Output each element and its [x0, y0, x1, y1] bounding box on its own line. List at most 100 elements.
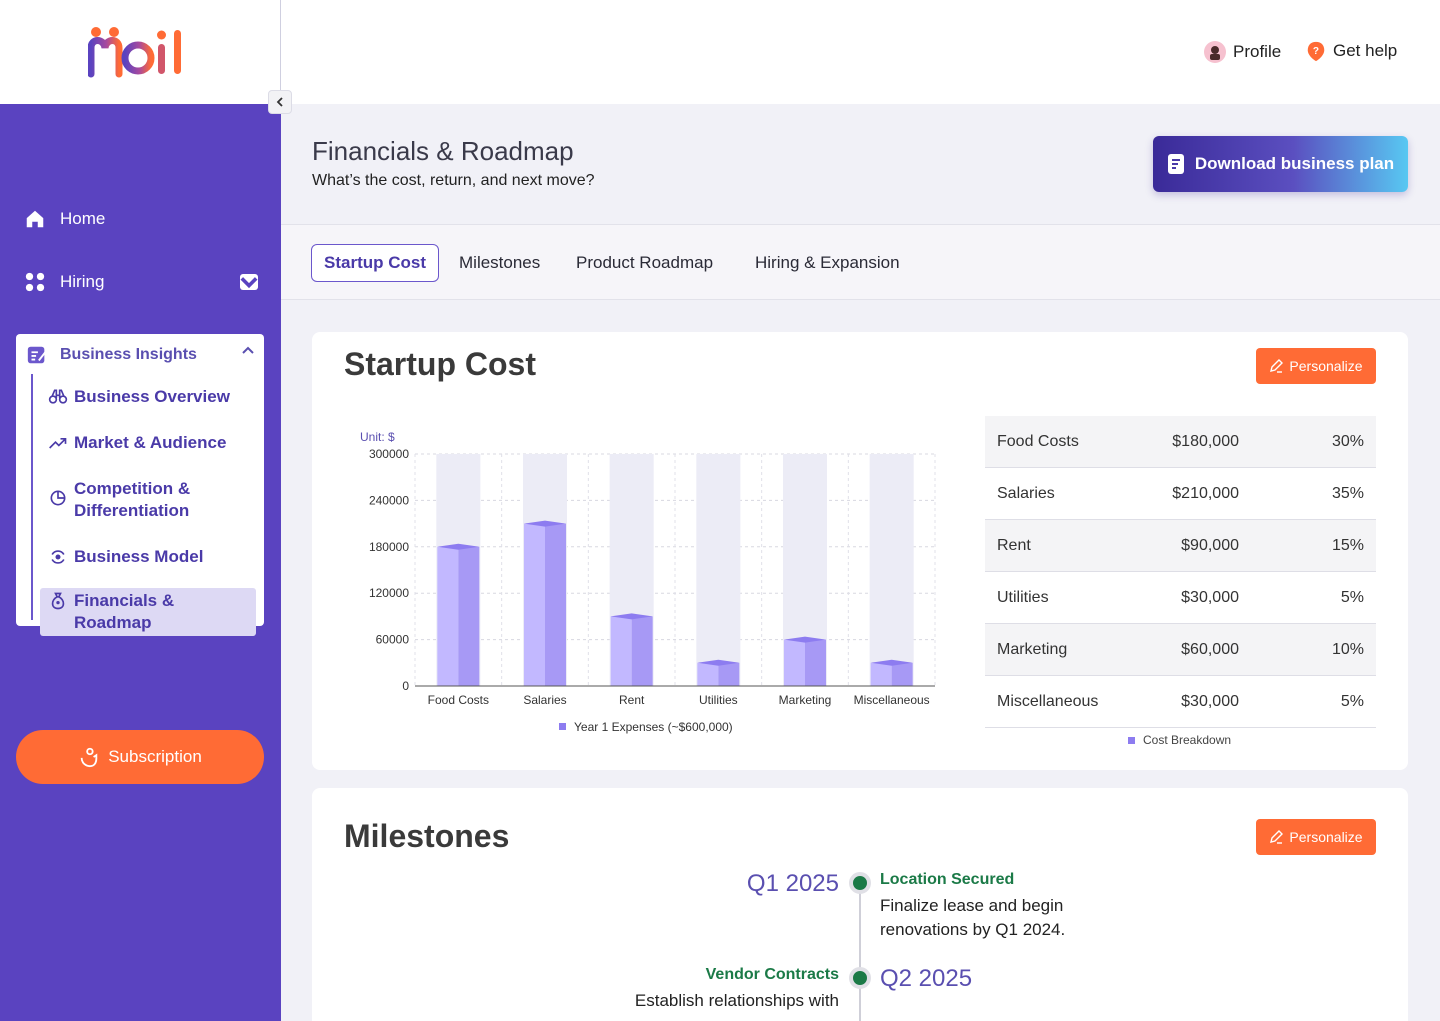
table-row: Rent $90,000 15%: [985, 520, 1376, 572]
cost-percent: 35%: [1331, 484, 1364, 502]
milestone-quarter: Q1 2025: [746, 870, 839, 897]
x-tick-label: Salaries: [523, 693, 566, 707]
personalize-button[interactable]: Personalize: [1256, 819, 1376, 855]
logo-area: [0, 0, 281, 104]
profile-link[interactable]: Profile: [1203, 40, 1281, 64]
milestone-description-line: Finalize lease and begin: [880, 896, 1064, 915]
legend-swatch: [1128, 736, 1135, 744]
grid-icon: [25, 272, 45, 292]
table-row: Marketing $60,000 10%: [985, 624, 1376, 676]
bar-front: [870, 662, 892, 686]
bar-side: [891, 662, 913, 686]
x-tick-label: Utilities: [699, 693, 738, 707]
bar-front: [437, 546, 459, 686]
sidebar-item-label: Home: [60, 209, 106, 228]
milestone-description: Establish relationships with: [634, 991, 839, 1010]
bar-front: [524, 523, 545, 686]
table-row: Salaries $210,000 35%: [985, 468, 1376, 520]
pencil-icon: [1270, 359, 1284, 373]
personalize-label: Personalize: [1289, 829, 1363, 845]
svg-text:?: ?: [1313, 46, 1319, 57]
milestone-description-line: renovations by Q1 2024.: [880, 920, 1066, 939]
tab-bar: Startup Cost Milestones Product Roadmap …: [281, 224, 1440, 300]
help-icon: ?: [1307, 41, 1325, 62]
table-legend: Cost Breakdown: [1128, 733, 1231, 747]
chevron-up-icon[interactable]: [242, 346, 254, 356]
bar-background: [696, 454, 741, 686]
table-row: Food Costs $180,000 30%: [985, 416, 1376, 468]
y-tick-label: 180000: [369, 540, 409, 554]
table-row: Utilities $30,000 5%: [985, 572, 1376, 624]
chevron-down-icon[interactable]: [240, 274, 258, 290]
sidebar-item-hiring[interactable]: Hiring: [24, 271, 258, 293]
bar-front: [610, 616, 632, 686]
sidebar-item-market-audience[interactable]: Market & Audience: [48, 432, 226, 454]
milestone-heading: Location Secured: [880, 871, 1015, 888]
cost-amount: $30,000: [1181, 692, 1239, 710]
get-help-link[interactable]: ? Get help: [1305, 40, 1397, 62]
startup-cost-title: Startup Cost: [344, 346, 536, 382]
sidebar-item-label: Market & Audience: [74, 433, 227, 452]
x-tick-label: Marketing: [779, 693, 832, 707]
business-insights-menu: Business Insights Business Overview Mark…: [16, 334, 264, 636]
subscription-button[interactable]: Subscription: [16, 730, 264, 784]
cost-name: Rent: [997, 536, 1031, 554]
sidebar-item-competition[interactable]: Competition & Differentiation: [48, 478, 228, 522]
pencil-icon: [1270, 830, 1284, 844]
download-label: Download business plan: [1194, 154, 1395, 173]
download-business-plan-button[interactable]: Download business plan: [1153, 136, 1408, 192]
moil-logo[interactable]: [88, 24, 198, 80]
cost-table: Food Costs $180,000 30% Salaries $210,000 35%…: [985, 416, 1376, 728]
timeline-dot: [849, 872, 871, 894]
sidebar-item-label: Business Overview: [74, 387, 230, 406]
cost-amount: $210,000: [1172, 484, 1239, 502]
cost-percent: 30%: [1331, 432, 1364, 450]
bar-background: [869, 454, 914, 686]
cost-amount: $60,000: [1181, 640, 1239, 658]
x-tick-label: Miscellaneous: [854, 693, 930, 707]
collapse-sidebar-button[interactable]: [268, 90, 292, 114]
x-tick-label: Rent: [619, 693, 645, 707]
cycle-dollar-icon: [51, 550, 65, 564]
bar-side: [631, 616, 653, 686]
table-row: Miscellaneous $30,000 5%: [985, 676, 1376, 728]
personalize-label: Personalize: [1289, 358, 1363, 374]
cost-name: Miscellaneous: [997, 692, 1099, 710]
x-tick-label: Food Costs: [428, 693, 489, 707]
cost-amount: $180,000: [1172, 432, 1239, 450]
bar-side: [458, 546, 480, 686]
milestone-heading: Vendor Contracts: [705, 966, 839, 983]
table-legend-label: Cost Breakdown: [1143, 733, 1232, 747]
cost-name: Marketing: [997, 640, 1068, 658]
tab-hiring-expansion[interactable]: Hiring & Expansion: [743, 244, 912, 282]
business-insights-header[interactable]: Business Insights: [26, 344, 254, 366]
profile-label: Profile: [1233, 42, 1282, 61]
money-bag-icon: [51, 592, 65, 610]
startup-cost-chart: Unit: $ 300000 240000 180000 120000 60000 0 Foo…: [360, 430, 936, 734]
cost-amount: $30,000: [1181, 588, 1239, 606]
sidebar-item-home[interactable]: Home: [24, 208, 105, 230]
page-title: Financials & Roadmap: [312, 136, 574, 166]
personalize-button[interactable]: Personalize: [1256, 348, 1376, 384]
tab-startup-cost[interactable]: Startup Cost: [311, 244, 439, 282]
sidebar-item-business-model[interactable]: Business Model: [48, 546, 203, 568]
milestone-description: Finalize lease and begin renovations by …: [880, 894, 1065, 942]
milestone-quarter: Q2 2025: [880, 965, 973, 992]
sidebar-item-label: Hiring: [60, 272, 105, 291]
cost-name: Utilities: [997, 588, 1049, 606]
timeline-line: [859, 882, 861, 1021]
timeline-dot: [849, 967, 871, 989]
trend-up-icon: [49, 438, 67, 449]
cost-percent: 5%: [1340, 692, 1364, 710]
page-subtitle: What’s the cost, return, and next move?: [312, 172, 595, 189]
sidebar-item-business-overview[interactable]: Business Overview: [48, 386, 230, 408]
avatar: [1204, 41, 1226, 63]
cost-percent: 15%: [1331, 536, 1364, 554]
tab-product-roadmap[interactable]: Product Roadmap: [564, 244, 725, 282]
top-bar: Profile ? Get help: [281, 0, 1440, 104]
bar-side: [718, 662, 740, 686]
chart-unit-label: Unit: $: [360, 430, 395, 444]
sidebar-item-financials-roadmap[interactable]: Financials & Roadmap: [40, 588, 256, 636]
sidebar: Home Hiring Business Insights Business O…: [0, 0, 281, 1021]
tab-milestones[interactable]: Milestones: [447, 244, 552, 282]
